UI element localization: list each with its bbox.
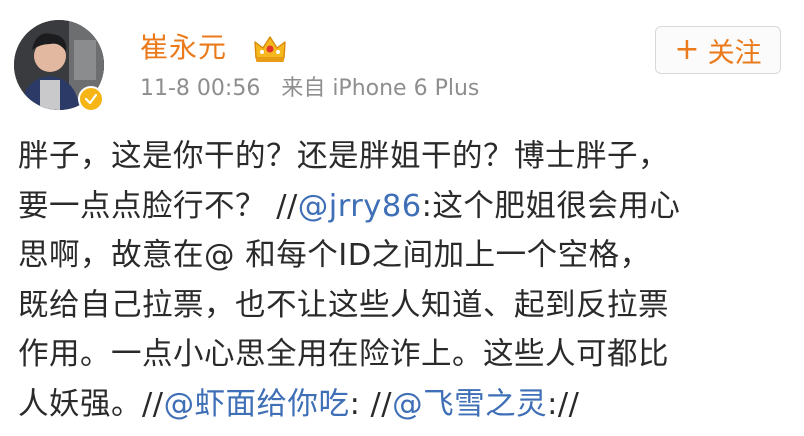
text-segment: : // — [349, 386, 393, 422]
text-segment: 人妖强。// — [18, 386, 164, 422]
text-segment: :这个肥姐很会用心 — [421, 188, 681, 224]
crown-icon — [254, 36, 286, 62]
text-line: 胖子，这是你干的？还是胖姐干的？博士胖子， — [18, 139, 669, 174]
text-segment: :// — [547, 386, 580, 422]
post-source[interactable]: 来自 iPhone 6 Plus — [281, 76, 479, 101]
text-segment: 要一点点脸行不？ // — [18, 188, 298, 224]
follow-button[interactable]: + 关注 — [655, 26, 781, 74]
mention-link[interactable]: @jrry86 — [298, 189, 422, 224]
post-timestamp: 11-8 00:56 — [140, 76, 261, 101]
post-text: 胖子，这是你干的？还是胖姐干的？博士胖子， 要一点点脸行不？ //@jrry86… — [18, 132, 798, 429]
plus-icon: + — [674, 32, 700, 67]
text-line: 要一点点脸行不？ //@jrry86:这个肥姐很会用心 — [18, 182, 798, 232]
verified-badge-icon — [78, 86, 104, 112]
mention-link[interactable]: @飞雪之灵 — [392, 387, 547, 422]
username[interactable]: 崔永元 — [140, 30, 227, 66]
mention-link[interactable]: @虾面给你吃 — [164, 387, 350, 422]
post-meta: 11-8 00:56 来自 iPhone 6 Plus — [140, 75, 479, 103]
text-line: 人妖强。//@虾面给你吃: //@飞雪之灵:// — [18, 380, 798, 430]
follow-label: 关注 — [707, 37, 762, 69]
text-line: 思啊，故意在@ 和每个ID之间加上一个空格， — [18, 238, 651, 273]
text-line: 作用。一点小心思全用在险诈上。这些人可都比 — [18, 337, 669, 372]
weibo-post: 崔永元 11-8 00:56 来自 iPhone 6 Plus + 关注 胖子，… — [0, 0, 804, 436]
text-line: 既给自己拉票，也不让这些人知道、起到反拉票 — [18, 287, 669, 323]
